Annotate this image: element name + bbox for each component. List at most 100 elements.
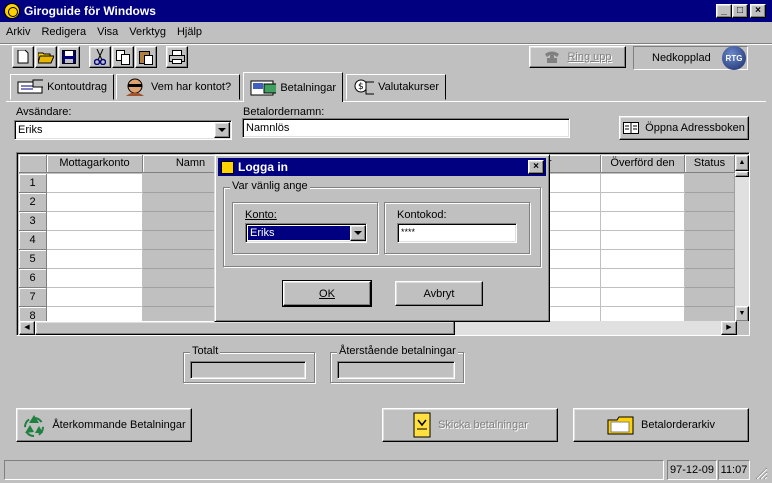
column-header[interactable]: Överförd den <box>601 155 685 173</box>
person-sunglasses-icon <box>126 78 144 96</box>
login-dialog[interactable]: Logga in × Var vänlig ange Konto: Eriks … <box>214 154 550 322</box>
maximize-button[interactable]: □ <box>732 4 748 18</box>
grid-cell[interactable] <box>47 212 143 231</box>
dialog-title-bar[interactable]: Logga in <box>218 158 546 176</box>
open-button[interactable] <box>35 46 57 68</box>
menu-arkiv[interactable]: Arkiv <box>6 26 30 38</box>
grid-cell[interactable] <box>601 269 685 288</box>
code-input[interactable]: **** <box>397 223 517 243</box>
grid-cell[interactable] <box>601 231 685 250</box>
connection-status-text: Nedkopplad <box>652 52 711 64</box>
ok-label: OK <box>319 287 335 300</box>
grid-cell[interactable] <box>685 231 735 250</box>
scroll-down-button[interactable]: ▼ <box>735 306 749 322</box>
account-select[interactable]: Eriks <box>245 223 367 243</box>
open-address-book-button[interactable]: Öppna Adressboken <box>619 116 749 140</box>
send-document-icon <box>413 412 431 438</box>
row-header[interactable]: 7 <box>19 288 47 307</box>
save-button[interactable] <box>58 46 80 68</box>
cut-button[interactable] <box>89 46 111 68</box>
grid-cell[interactable] <box>685 250 735 269</box>
horizontal-scroll-thumb[interactable] <box>35 321 455 335</box>
print-button[interactable] <box>166 46 188 68</box>
grid-cell[interactable] <box>601 193 685 212</box>
total-label: Totalt <box>190 345 221 357</box>
row-header[interactable]: 5 <box>19 250 47 269</box>
grid-cell[interactable] <box>47 231 143 250</box>
grid-cell[interactable] <box>47 269 143 288</box>
scroll-right-button[interactable]: ▶ <box>721 321 737 335</box>
time-text: 11:07 <box>720 464 748 476</box>
save-icon <box>62 50 76 64</box>
tab-kontoutdrag[interactable]: Kontoutdrag <box>10 74 114 100</box>
menu-verktyg[interactable]: Verktyg <box>129 26 166 38</box>
grid-cell[interactable] <box>685 269 735 288</box>
new-file-button[interactable] <box>12 46 34 68</box>
tab-label: Betalningar <box>280 81 336 94</box>
column-header[interactable]: Status <box>685 155 735 173</box>
menu-visa[interactable]: Visa <box>97 26 118 38</box>
send-payments-button[interactable]: Skicka betalningar <box>382 408 558 442</box>
grid-cell[interactable] <box>601 250 685 269</box>
order-name-input[interactable]: Namnlös <box>242 118 570 138</box>
code-value: **** <box>401 227 416 237</box>
payment-archive-button[interactable]: Betalorderarkiv <box>573 408 749 442</box>
status-date: 97-12-09 <box>667 460 717 480</box>
copy-icon <box>115 49 130 65</box>
dialog-close-button[interactable]: × <box>528 160 544 174</box>
grid-cell[interactable] <box>47 288 143 307</box>
key-icon <box>221 160 234 174</box>
row-header[interactable]: 1 <box>19 174 47 193</box>
tab-valutakurser[interactable]: $ Valutakurser <box>346 74 446 100</box>
grid-cell[interactable] <box>685 288 735 307</box>
tab-label: Valutakurser <box>378 81 439 93</box>
ok-button[interactable]: OK <box>282 280 372 307</box>
column-header[interactable]: Mottagarkonto <box>47 155 143 173</box>
recurring-payments-button[interactable]: Återkommande Betalningar <box>16 408 192 442</box>
statement-icon <box>17 79 44 94</box>
total-group: Totalt <box>183 345 315 383</box>
row-header[interactable]: 4 <box>19 231 47 250</box>
app-logo-icon[interactable] <box>4 3 20 19</box>
ring-up-button[interactable]: Ring upp <box>529 46 626 68</box>
row-header[interactable]: 6 <box>19 269 47 288</box>
scroll-left-button[interactable]: ◀ <box>19 321 35 335</box>
paste-icon <box>138 50 153 65</box>
login-group-label: Var vänlig ange <box>230 180 310 192</box>
grid-cell[interactable] <box>47 193 143 212</box>
send-label: Skicka betalningar <box>438 419 528 431</box>
open-folder-icon <box>38 52 54 63</box>
code-box: Kontokod: **** <box>384 202 530 254</box>
copy-button[interactable] <box>112 46 134 68</box>
grid-cell[interactable] <box>601 212 685 231</box>
grid-cell[interactable] <box>685 193 735 212</box>
menu-redigera[interactable]: Redigera <box>41 26 86 38</box>
grid-cell[interactable] <box>47 174 143 193</box>
grid-cell[interactable] <box>601 174 685 193</box>
title-bar[interactable]: Giroguide för Windows <box>0 0 772 22</box>
cancel-button[interactable]: Avbryt <box>395 281 483 306</box>
row-header[interactable]: 3 <box>19 212 47 231</box>
tab-vem-har-kontot[interactable]: Vem har kontot? <box>116 74 240 100</box>
close-button[interactable]: × <box>750 4 766 18</box>
login-group: Var vänlig ange Konto: Eriks Kontokod: *… <box>223 180 541 267</box>
paste-button[interactable] <box>135 46 157 68</box>
menu-hjalp[interactable]: Hjälp <box>177 26 202 38</box>
scroll-up-button[interactable]: ▲ <box>735 155 749 171</box>
tab-betalningar[interactable]: Betalningar <box>243 72 343 102</box>
grid-cell[interactable] <box>685 212 735 231</box>
grid-cell[interactable] <box>47 250 143 269</box>
address-book-label: Öppna Adressboken <box>645 122 745 134</box>
row-header[interactable]: 2 <box>19 193 47 212</box>
sender-select[interactable]: Eriks <box>14 120 232 140</box>
grid-cell[interactable] <box>685 174 735 193</box>
account-dropdown-button[interactable] <box>350 225 366 241</box>
vertical-scroll-track[interactable] <box>735 171 749 315</box>
minimize-button[interactable]: _ <box>716 4 732 18</box>
remaining-group: Återstående betalningar <box>330 345 464 383</box>
vertical-scroll-thumb[interactable] <box>735 171 749 177</box>
resize-grip-icon[interactable] <box>754 466 768 480</box>
phone-icon <box>545 51 560 63</box>
grid-cell[interactable] <box>601 288 685 307</box>
sender-dropdown-button[interactable] <box>214 122 230 138</box>
